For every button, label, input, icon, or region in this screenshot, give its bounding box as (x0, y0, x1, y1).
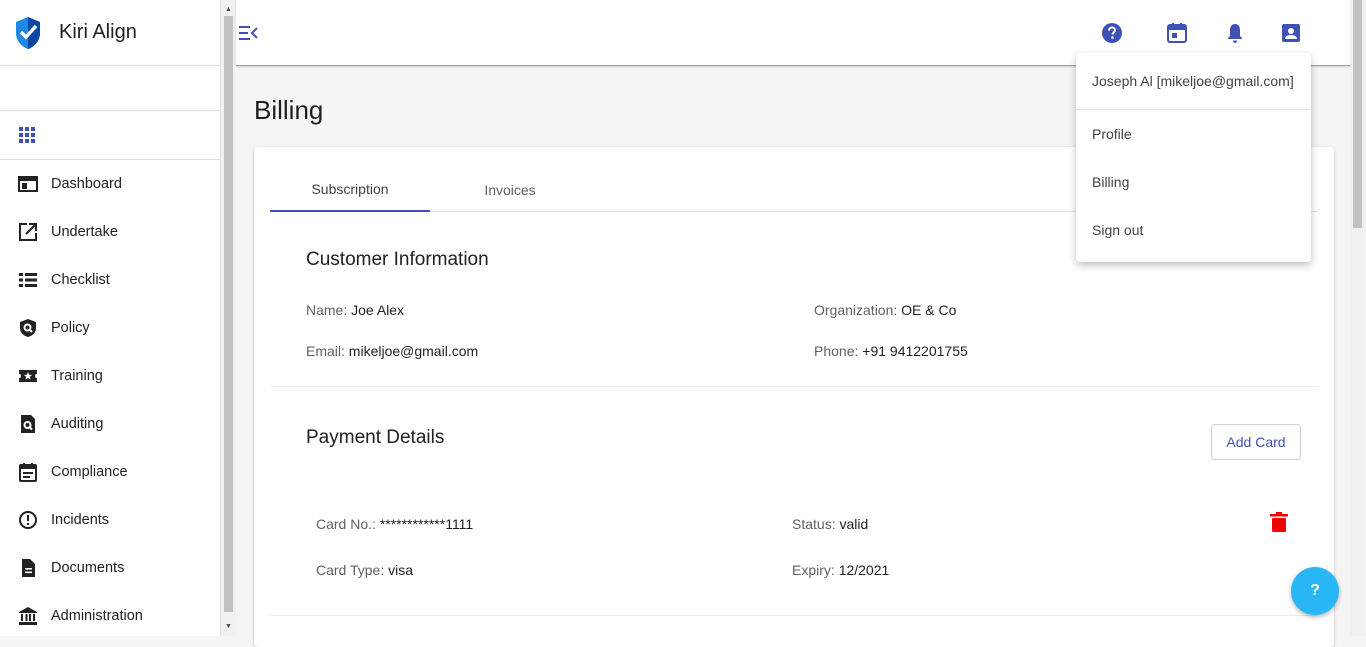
sidebar-item-label: Administration (51, 608, 143, 624)
card-expiry-field: Expiry: 12/2021 (792, 562, 889, 578)
sidebar-item-dashboard[interactable]: Dashboard (0, 160, 220, 208)
sidebar-item-documents[interactable]: Documents (0, 544, 220, 592)
card-status-field: Status: valid (792, 516, 868, 532)
help-fab-button[interactable]: ? (1291, 567, 1339, 615)
sidebar-scrollbar[interactable]: ▲ ▼ (221, 0, 236, 636)
sidebar-item-label: Undertake (51, 224, 118, 240)
bell-icon[interactable] (1223, 21, 1247, 45)
sidebar-item-label: Documents (51, 560, 125, 576)
field-label: Phone: (814, 343, 859, 359)
field-label: Card Type: (316, 562, 385, 578)
policy-icon (20, 319, 36, 337)
menu-item-profile[interactable]: Profile (1076, 110, 1311, 158)
sidebar-item-checklist[interactable]: Checklist (0, 256, 220, 304)
apps-grid-button[interactable] (0, 111, 220, 160)
account-box-icon[interactable] (1279, 21, 1303, 45)
main-scrollbar-thumb[interactable] (1353, 0, 1362, 228)
brand[interactable]: Kiri Align (0, 0, 220, 66)
open-in-new-icon (19, 223, 37, 241)
add-card-button[interactable]: Add Card (1211, 424, 1301, 460)
field-label: Organization: (814, 302, 898, 318)
event-note-icon (19, 463, 37, 482)
customer-name-field: Name: Joe Alex (306, 302, 404, 318)
customer-phone-value: +91 9412201755 (862, 343, 968, 359)
sidebar-item-label: Training (51, 368, 103, 384)
sidebar-spacer (0, 66, 220, 111)
field-label: Name: (306, 302, 348, 318)
tab-subscription[interactable]: Subscription (270, 167, 430, 212)
delete-icon[interactable] (1270, 512, 1288, 532)
main-scrollbar[interactable] (1350, 0, 1365, 636)
error-outline-icon (19, 511, 37, 529)
scroll-down-arrow-icon[interactable]: ▼ (221, 619, 236, 634)
help-icon[interactable] (1100, 21, 1124, 45)
description-icon (22, 559, 35, 577)
sidebar-item-incidents[interactable]: Incidents (0, 496, 220, 544)
tab-invoices[interactable]: Invoices (430, 167, 590, 212)
sidebar-item-policy[interactable]: Policy (0, 304, 220, 352)
menu-item-billing[interactable]: Billing (1076, 158, 1311, 206)
customer-email-value: mikeljoe@gmail.com (348, 343, 479, 359)
sidebar-scrollbar-thumb[interactable] (224, 16, 233, 612)
bank-icon (19, 607, 37, 625)
customer-phone-field: Phone: +91 9412201755 (814, 343, 968, 359)
app-name: Kiri Align (59, 21, 137, 43)
sidebar-item-administration[interactable]: Administration (0, 592, 220, 640)
user-menu: Joseph Al [mikeljoe@gmail.com] Profile B… (1076, 53, 1311, 262)
card-expiry-value: 12/2021 (838, 562, 890, 578)
section-divider (270, 386, 1318, 387)
sidebar-item-label: Compliance (51, 464, 128, 480)
sidebar-item-label: Checklist (51, 272, 110, 288)
sidebar-item-undertake[interactable]: Undertake (0, 208, 220, 256)
sidebar-item-label: Dashboard (51, 176, 122, 192)
card-type-value: visa (388, 562, 414, 578)
sidebar: Kiri Align Dashboard Undertake Checklist… (0, 0, 221, 636)
scroll-up-arrow-icon[interactable]: ▲ (221, 2, 236, 17)
customer-email-field: Email: mikeljoe@gmail.com (306, 343, 478, 359)
menu-collapse-icon[interactable] (238, 24, 258, 42)
field-label: Card No.: (316, 516, 376, 532)
field-label: Expiry: (792, 562, 835, 578)
ticket-star-icon (19, 370, 37, 382)
sidebar-item-label: Auditing (51, 416, 104, 432)
field-label: Status: (792, 516, 836, 532)
sidebar-item-label: Incidents (51, 512, 110, 528)
payment-details-title: Payment Details (306, 427, 445, 448)
user-menu-header: Joseph Al [mikeljoe@gmail.com] (1076, 53, 1311, 110)
page-title: Billing (254, 95, 324, 125)
section-divider (270, 615, 1318, 616)
sidebar-item-auditing[interactable]: Auditing (0, 400, 220, 448)
menu-item-sign-out[interactable]: Sign out (1076, 206, 1311, 254)
customer-info-title: Customer Information (306, 249, 489, 270)
sidebar-item-compliance[interactable]: Compliance (0, 448, 220, 496)
customer-org-value: OE & Co (901, 302, 957, 318)
shield-check-logo-icon (16, 16, 40, 49)
card-type-field: Card Type: visa (316, 562, 413, 578)
customer-org-field: Organization: OE & Co (814, 302, 956, 318)
sidebar-item-label: Policy (51, 320, 90, 336)
card-number-value: ************1111 (379, 516, 474, 532)
field-label: Email: (306, 343, 345, 359)
customer-name-value: Joe Alex (351, 302, 405, 318)
dashboard-icon (18, 176, 38, 192)
card-number-field: Card No.: ************1111 (316, 516, 473, 532)
sidebar-item-training[interactable]: Training (0, 352, 220, 400)
card-status-value: valid (839, 516, 869, 532)
checklist-icon (19, 273, 37, 287)
apps-grid-icon (19, 127, 35, 143)
calendar-icon[interactable] (1165, 21, 1189, 45)
find-in-page-icon (21, 415, 35, 433)
